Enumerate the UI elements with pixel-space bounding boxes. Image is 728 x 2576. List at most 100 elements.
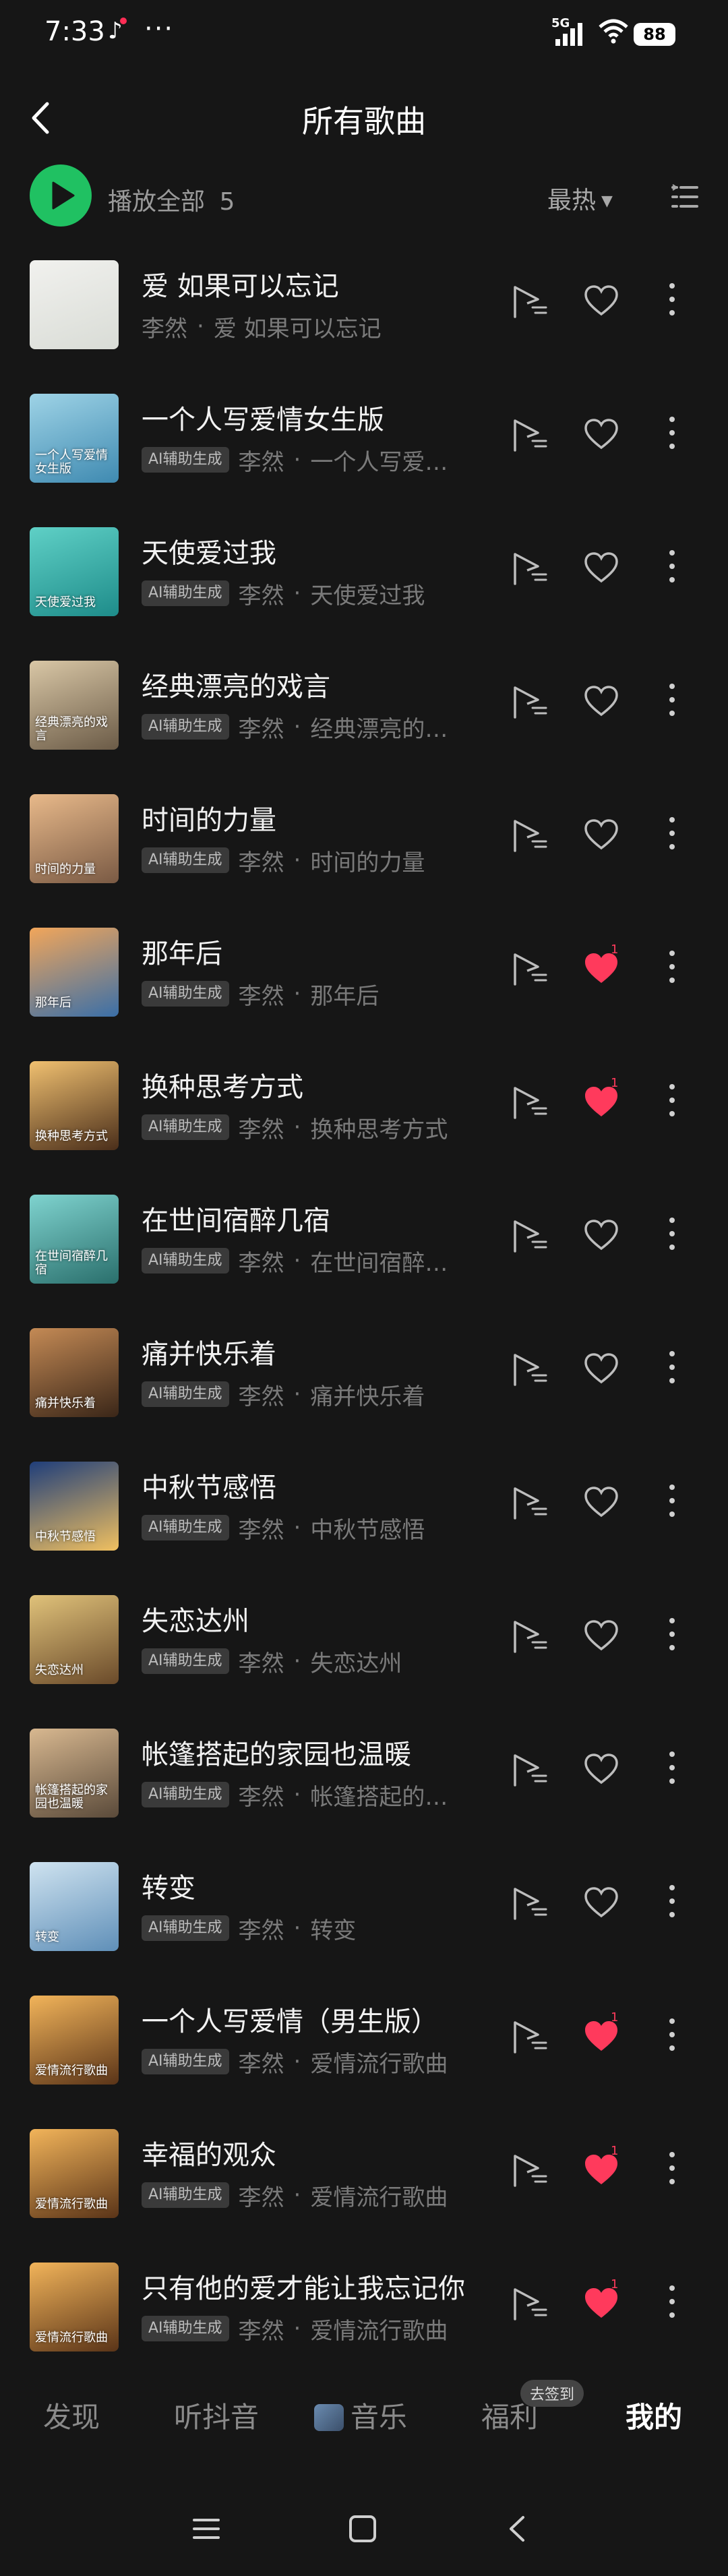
play-next-icon[interactable]: [510, 684, 549, 721]
song-title: 天使爱过我: [142, 538, 276, 569]
meta-separator: ·: [293, 1781, 301, 1808]
play-next-icon[interactable]: [510, 550, 549, 588]
cover-caption: 天使爱过我: [35, 595, 96, 609]
menu-icon[interactable]: [186, 2512, 226, 2546]
heart-outline-icon[interactable]: [582, 1885, 620, 1920]
more-vertical-icon[interactable]: [662, 546, 682, 587]
song-row[interactable]: 爱 如果可以忘记 李然 · 爱 如果可以忘记: [0, 255, 728, 388]
more-vertical-icon[interactable]: [662, 279, 682, 320]
song-title: 只有他的爱才能让我忘记你: [142, 2273, 465, 2304]
song-row[interactable]: 换种思考方式 换种思考方式 AI辅助生成 李然 · 换种思考方式 1: [0, 1056, 728, 1189]
more-vertical-icon[interactable]: [662, 1614, 682, 1654]
caret-down-icon: ▼: [601, 193, 613, 210]
ai-generated-tag: AI辅助生成: [142, 1782, 229, 1807]
play-all-button[interactable]: [30, 164, 92, 227]
ai-generated-tag: AI辅助生成: [142, 580, 229, 606]
nav-item-music[interactable]: 音乐: [314, 2395, 407, 2436]
song-cover: 那年后: [30, 928, 119, 1017]
more-vertical-icon[interactable]: [662, 413, 682, 453]
song-row[interactable]: 经典漂亮的戏言 经典漂亮的戏言 AI辅助生成 李然 · 经典漂亮的…: [0, 655, 728, 789]
song-row[interactable]: 痛并快乐着 痛并快乐着 AI辅助生成 李然 · 痛并快乐着: [0, 1323, 728, 1456]
play-next-icon[interactable]: [510, 1351, 549, 1389]
nav-item-mine[interactable]: 我的: [626, 2395, 682, 2436]
heart-outline-icon[interactable]: [582, 1618, 620, 1653]
song-row[interactable]: 帐篷搭起的家园也温暖 帐篷搭起的家园也温暖 AI辅助生成 李然 · 帐篷搭起的…: [0, 1723, 728, 1857]
play-next-icon[interactable]: [510, 817, 549, 855]
song-title: 时间的力量: [142, 805, 276, 836]
song-row[interactable]: 一个人写爱情女生版 一个人写爱情女生版 AI辅助生成 李然 · 一个人写爱…: [0, 388, 728, 522]
song-row[interactable]: 那年后 那年后 AI辅助生成 李然 · 那年后 1: [0, 922, 728, 1056]
song-cover: 一个人写爱情女生版: [30, 394, 119, 483]
ai-generated-tag: AI辅助生成: [142, 1648, 229, 1674]
song-row[interactable]: 天使爱过我 天使爱过我 AI辅助生成 李然 · 天使爱过我: [0, 522, 728, 655]
ai-generated-tag: AI辅助生成: [142, 2049, 229, 2074]
nav-item-discover[interactable]: 发现: [43, 2395, 100, 2436]
nav-item-listen-douyin[interactable]: 听抖音: [174, 2395, 259, 2436]
more-vertical-icon[interactable]: [662, 1480, 682, 1521]
play-next-icon[interactable]: [510, 1084, 549, 1122]
play-next-icon[interactable]: [510, 2285, 549, 2323]
heart-outline-icon[interactable]: [582, 1351, 620, 1386]
ai-generated-tag: AI辅助生成: [142, 1381, 229, 1407]
song-row[interactable]: 中秋节感悟 中秋节感悟 AI辅助生成 李然 · 中秋节感悟: [0, 1456, 728, 1590]
more-vertical-icon[interactable]: [662, 1347, 682, 1387]
song-row[interactable]: 失恋达州 失恋达州 AI辅助生成 李然 · 失恋达州: [0, 1590, 728, 1723]
play-next-icon[interactable]: [510, 1618, 549, 1656]
more-vertical-icon[interactable]: [662, 2014, 682, 2055]
play-all-label[interactable]: 播放全部 5: [108, 182, 235, 217]
song-row[interactable]: 爱情流行歌曲 只有他的爱才能让我忘记你 AI辅助生成 李然 · 爱情流行歌曲 1: [0, 2257, 728, 2391]
song-row[interactable]: 爱情流行歌曲 一个人写爱情（男生版） AI辅助生成 李然 · 爱情流行歌曲 1: [0, 1990, 728, 2124]
back-nav-icon[interactable]: [497, 2512, 538, 2546]
more-vertical-icon[interactable]: [662, 813, 682, 853]
more-vertical-icon[interactable]: [662, 680, 682, 720]
song-subtitle: AI辅助生成 李然 · 帐篷搭起的…: [142, 1780, 448, 1811]
heart-outline-icon[interactable]: [582, 1218, 620, 1253]
song-album: 帐篷搭起的…: [310, 1783, 448, 1811]
checkin-badge[interactable]: 去签到: [520, 2380, 584, 2407]
play-next-icon[interactable]: [510, 1885, 549, 1923]
more-vertical-icon[interactable]: [662, 1747, 682, 1788]
more-vertical-icon[interactable]: [662, 2281, 682, 2322]
more-vertical-icon[interactable]: [662, 947, 682, 987]
song-row[interactable]: 在世间宿醉几宿 在世间宿醉几宿 AI辅助生成 李然 · 在世间宿醉…: [0, 1189, 728, 1323]
status-time: 7:33: [44, 16, 105, 47]
song-row[interactable]: 爱情流行歌曲 幸福的观众 AI辅助生成 李然 · 爱情流行歌曲 1: [0, 2124, 728, 2257]
song-artist: 李然: [238, 448, 284, 476]
more-vertical-icon[interactable]: [662, 2148, 682, 2188]
heart-outline-icon[interactable]: [582, 550, 620, 585]
play-next-icon[interactable]: [510, 417, 549, 454]
heart-outline-icon[interactable]: [582, 417, 620, 452]
more-vertical-icon[interactable]: [662, 1080, 682, 1120]
song-title: 一个人写爱情女生版: [142, 405, 384, 436]
song-album: 失恋达州: [310, 1650, 402, 1677]
home-icon[interactable]: [342, 2512, 383, 2546]
play-next-icon[interactable]: [510, 1485, 549, 1522]
song-cover: 天使爱过我: [30, 527, 119, 616]
cover-caption: 帐篷搭起的家园也温暖: [35, 1783, 108, 1811]
song-artist: 李然: [238, 1249, 284, 1277]
play-all-count: 5: [219, 188, 235, 216]
more-vertical-icon[interactable]: [662, 1881, 682, 1921]
heart-outline-icon[interactable]: [582, 283, 620, 318]
song-cover: 经典漂亮的戏言: [30, 661, 119, 750]
heart-outline-icon[interactable]: [582, 1485, 620, 1520]
song-subtitle: AI辅助生成 李然 · 痛并快乐着: [142, 1379, 425, 1410]
list-settings-icon[interactable]: [670, 182, 700, 212]
heart-outline-icon[interactable]: [582, 1751, 620, 1787]
cover-caption: 经典漂亮的戏言: [35, 715, 108, 743]
play-next-icon[interactable]: [510, 2018, 549, 2056]
play-next-icon[interactable]: [510, 2152, 549, 2190]
heart-outline-icon[interactable]: [582, 817, 620, 852]
ai-generated-tag: AI辅助生成: [142, 1248, 229, 1274]
play-next-icon[interactable]: [510, 951, 549, 988]
play-next-icon[interactable]: [510, 1751, 549, 1789]
sort-dropdown[interactable]: 最热 ▼: [547, 181, 613, 216]
more-vertical-icon[interactable]: [662, 1214, 682, 1254]
play-next-icon[interactable]: [510, 1218, 549, 1255]
song-row[interactable]: 时间的力量 时间的力量 AI辅助生成 李然 · 时间的力量: [0, 789, 728, 922]
song-row[interactable]: 转变 转变 AI辅助生成 李然 · 转变: [0, 1857, 728, 1990]
meta-separator: ·: [293, 2048, 301, 2075]
play-next-icon[interactable]: [510, 283, 549, 321]
song-artist: 李然: [238, 849, 284, 876]
heart-outline-icon[interactable]: [582, 684, 620, 719]
